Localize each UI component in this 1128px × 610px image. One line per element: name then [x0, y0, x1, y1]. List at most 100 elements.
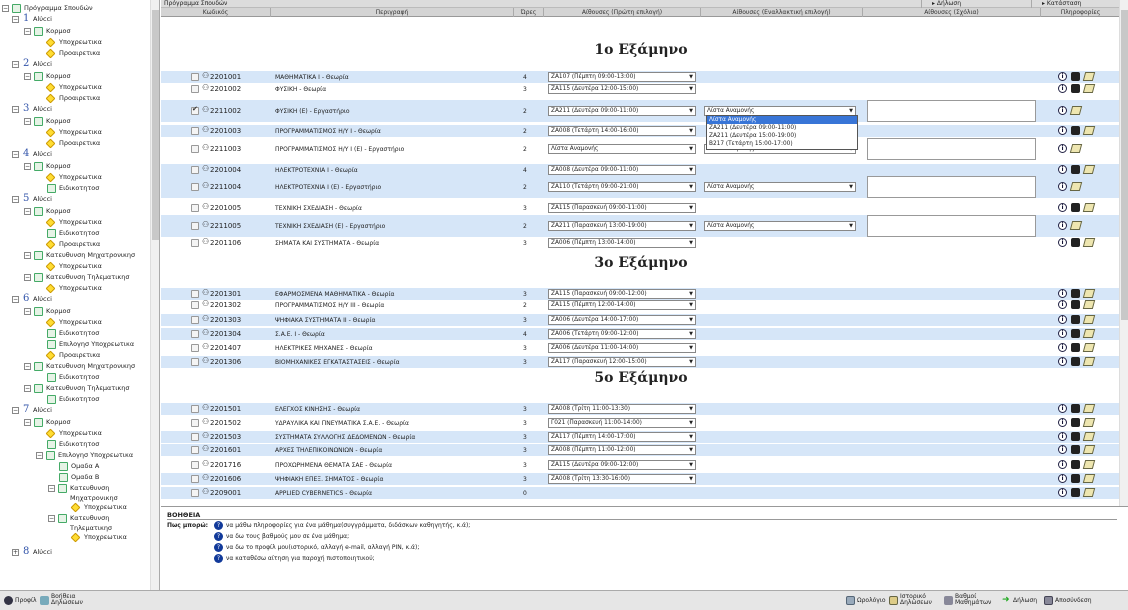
tree-semester-8[interactable]: +8 Αlύcci	[2, 546, 148, 559]
collapse-toggle-icon[interactable]: −	[12, 151, 19, 158]
course-checkbox[interactable]	[191, 419, 199, 427]
info-icon[interactable]: i	[1058, 182, 1067, 191]
edit-icon[interactable]	[1082, 203, 1096, 212]
tree-semester-7[interactable]: −7 Αlύcci	[2, 404, 148, 417]
collapse-toggle-icon[interactable]: −	[2, 5, 9, 12]
edit-icon[interactable]	[1082, 300, 1096, 309]
room-select[interactable]: ΖΑ115 (Παρασκευή 09:00-12:00)	[548, 289, 696, 299]
collapse-toggle-icon[interactable]: −	[24, 252, 31, 259]
edit-icon[interactable]	[1069, 182, 1083, 191]
tree-item[interactable]: Προαιρετικα	[2, 239, 148, 250]
course-checkbox[interactable]	[191, 105, 199, 115]
tree-item[interactable]: − Κατευθυνση	[2, 483, 148, 494]
tree-item[interactable]: Ομαδα Α	[2, 461, 148, 472]
col-hours[interactable]: Ώρες	[514, 8, 544, 17]
edit-icon[interactable]	[1082, 343, 1096, 352]
collapse-toggle-icon[interactable]: −	[24, 118, 31, 125]
room-select[interactable]: ΖΑ115 (Δευτέρα 12:00-15:00)	[548, 84, 696, 94]
tree-item[interactable]: Υποχρεωτικα	[2, 532, 148, 543]
collapse-toggle-icon[interactable]: −	[24, 274, 31, 281]
room-select[interactable]: ΖΑ008 (Δευτέρα 09:00-11:00)	[548, 165, 696, 175]
collapse-toggle-icon[interactable]: −	[12, 407, 19, 414]
dropdown-option[interactable]: ΖΑ211 (Δευτέρα 15:00-19:00)	[707, 132, 857, 140]
col-desc[interactable]: Περιγραφή	[271, 8, 514, 17]
material-icon[interactable]	[1071, 84, 1080, 93]
room-select[interactable]: Γ021 (Παρασκευή 11:00-14:00)	[548, 418, 696, 428]
help-declarations-button[interactable]: Βοήθεια Δηλώσεων	[40, 594, 83, 606]
col-code[interactable]: Κωδικός	[161, 8, 271, 17]
tree-item[interactable]: Ειδικοτητοσ	[2, 228, 148, 239]
logout-button[interactable]: Αποσύνδεση	[1044, 595, 1092, 607]
collapse-toggle-icon[interactable]: −	[24, 28, 31, 35]
material-icon[interactable]	[1071, 404, 1080, 413]
alt-room-select[interactable]: Λίστα Αναμονής	[704, 221, 856, 231]
room-select[interactable]: Λίστα Αναμονής	[548, 144, 696, 154]
info-icon[interactable]: i	[1058, 203, 1067, 212]
tree-item[interactable]: Ειδικοτητοσ	[2, 372, 148, 383]
info-icon[interactable]: i	[1058, 165, 1067, 174]
tree-item[interactable]: − Κορμοσ	[2, 116, 148, 127]
course-checkbox[interactable]	[191, 461, 199, 469]
help-item[interactable]: ? να δω το προφίλ μου(ιστορικό, αλλαγή e-…	[214, 543, 419, 553]
material-icon[interactable]	[1071, 474, 1080, 483]
expand-toggle-icon[interactable]: +	[12, 549, 19, 556]
material-icon[interactable]	[1071, 300, 1080, 309]
course-checkbox[interactable]	[191, 183, 199, 191]
tree-scrollbar[interactable]	[150, 0, 159, 590]
material-icon[interactable]	[1071, 460, 1080, 469]
material-icon[interactable]	[1071, 357, 1080, 366]
course-checkbox[interactable]	[191, 145, 199, 153]
info-icon[interactable]: i	[1058, 445, 1067, 454]
edit-icon[interactable]	[1082, 329, 1096, 338]
room-select[interactable]: ΖΑ006 (Τετάρτη 09:00-12:00)	[548, 329, 696, 339]
room-select[interactable]: ΖΑ117 (Πέμπτη 14:00-17:00)	[548, 432, 696, 442]
edit-icon[interactable]	[1082, 488, 1096, 497]
material-icon[interactable]	[1071, 72, 1080, 81]
alt-room-select[interactable]: Λίστα Αναμονής	[704, 182, 856, 192]
info-icon[interactable]: i	[1058, 432, 1067, 441]
comments-textarea[interactable]	[867, 215, 1036, 237]
material-icon[interactable]	[1071, 488, 1080, 497]
tree-item[interactable]: − Κορμοσ	[2, 206, 148, 217]
tree-item[interactable]: − Κατευθυνση Τηλεματικησ	[2, 383, 148, 394]
info-icon[interactable]: i	[1058, 72, 1067, 81]
course-checkbox[interactable]	[191, 358, 199, 366]
tree-semester-3[interactable]: −3 Αlύcci	[2, 103, 148, 116]
scrollbar-thumb[interactable]	[1121, 10, 1128, 320]
material-icon[interactable]	[1071, 126, 1080, 135]
grades-button[interactable]: Βαθμοί Μαθημάτων	[944, 594, 991, 606]
info-icon[interactable]: i	[1058, 460, 1067, 469]
info-icon[interactable]: i	[1058, 474, 1067, 483]
collapse-toggle-icon[interactable]: −	[48, 485, 55, 492]
info-icon[interactable]: i	[1058, 106, 1067, 115]
tree-item[interactable]: Υποχρεωτικα	[2, 82, 148, 93]
info-icon[interactable]: i	[1058, 84, 1067, 93]
room-select[interactable]: ΖΑ211 (Παρασκευή 13:00-19:00)	[548, 221, 696, 231]
tree-item[interactable]: − Κατευθυνση Μηχατρονικησ	[2, 250, 148, 261]
course-checkbox[interactable]	[191, 489, 199, 497]
course-checkbox[interactable]	[191, 73, 199, 81]
course-checkbox[interactable]	[191, 446, 199, 454]
material-icon[interactable]	[1071, 418, 1080, 427]
tree-semester-1[interactable]: −1 Αlύcci	[2, 13, 148, 26]
room-select[interactable]: ΖΑ006 (Δευτέρα 11:00-14:00)	[548, 343, 696, 353]
material-icon[interactable]	[1071, 315, 1080, 324]
info-icon[interactable]: i	[1058, 315, 1067, 324]
material-icon[interactable]	[1071, 343, 1080, 352]
collapse-toggle-icon[interactable]: −	[24, 208, 31, 215]
material-icon[interactable]	[1071, 203, 1080, 212]
edit-icon[interactable]	[1082, 315, 1096, 324]
tree-item[interactable]: Υποχρεωτικα	[2, 127, 148, 138]
room-select[interactable]: ΖΑ008 (Τρίτη 13:30-16:00)	[548, 474, 696, 484]
edit-icon[interactable]	[1082, 84, 1096, 93]
tree-item[interactable]: Ομαδα Β	[2, 472, 148, 483]
info-icon[interactable]: i	[1058, 221, 1067, 230]
course-checkbox[interactable]	[191, 127, 199, 135]
comments-textarea[interactable]	[867, 138, 1036, 160]
tree-item[interactable]: Επιλογησ Υποχρεωτικα	[2, 339, 148, 350]
edit-icon[interactable]	[1082, 404, 1096, 413]
room-select[interactable]: ΖΑ110 (Τετάρτη 09:00-21:00)	[548, 182, 696, 192]
edit-icon[interactable]	[1082, 72, 1096, 81]
collapse-toggle-icon[interactable]: −	[12, 106, 19, 113]
edit-icon[interactable]	[1082, 418, 1096, 427]
